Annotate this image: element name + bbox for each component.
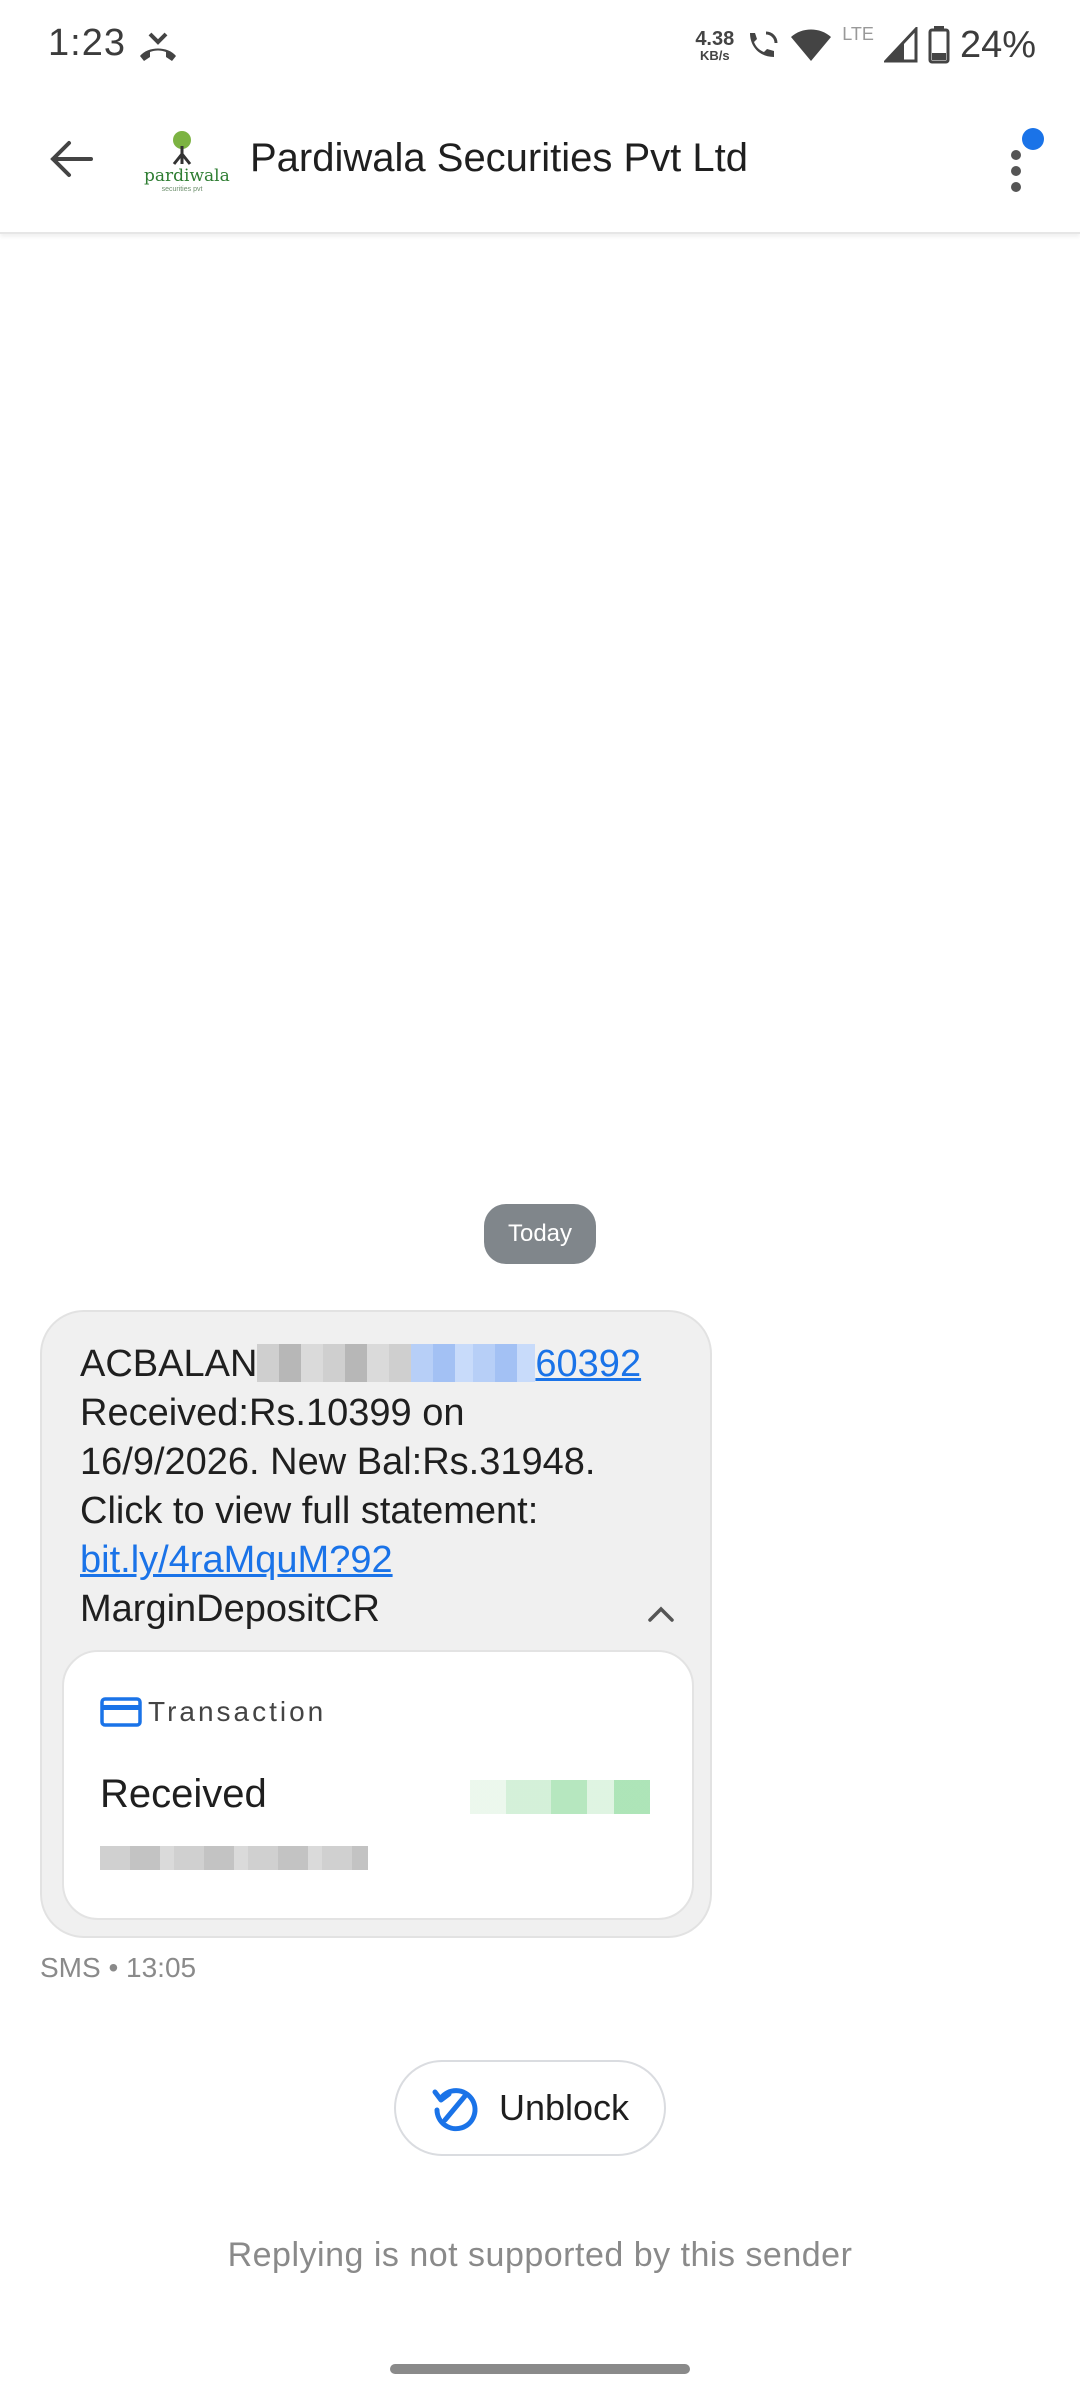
home-indicator[interactable] <box>390 2364 690 2374</box>
battery-level: 24% <box>959 23 1036 66</box>
message-text: ACBALAN 60392 Received:Rs.10399 on 16/9/2… <box>80 1340 670 1634</box>
conversation-title: Pardiwala Securities Pvt Ltd <box>250 136 749 180</box>
transaction-status: Received <box>100 1772 267 1816</box>
app-bar: pardiwala securities pvt Pardiwala Secur… <box>0 92 1080 234</box>
reply-not-supported-note: Replying is not supported by this sender <box>227 2236 853 2274</box>
credit-card-icon <box>100 1697 142 1727</box>
unblock-icon <box>432 2088 478 2132</box>
date-chip: Today <box>484 1204 596 1264</box>
message-line-3: 16/9/2026. New Bal:Rs.31948. <box>80 1441 596 1483</box>
message-line-2: Received:Rs.10399 on <box>80 1392 465 1434</box>
back-button[interactable] <box>36 124 106 194</box>
transaction-label: Transaction <box>148 1696 327 1727</box>
message-line-6: MarginDepositCR <box>80 1588 380 1630</box>
statement-link[interactable]: bit.ly/4raMquM?92 <box>80 1536 670 1585</box>
status-time: 1:23 <box>48 22 126 64</box>
transaction-card[interactable]: Transaction Received <box>62 1650 694 1920</box>
network-speed: 4.38 KB/s <box>695 27 735 63</box>
avatar-logo-subtext: securities pvt <box>161 186 203 193</box>
message-meta: SMS • 13:05 <box>40 1952 197 1983</box>
message-bubble[interactable]: ACBALAN 60392 Received:Rs.10399 on 16/9/2… <box>40 1310 712 1938</box>
account-link[interactable]: 60392 <box>411 1343 641 1385</box>
message-prefix: ACBALAN <box>80 1343 258 1385</box>
message-line-4: Click to view full statement: <box>80 1490 539 1532</box>
notification-dot <box>1022 128 1044 150</box>
redacted-amount <box>470 1780 650 1814</box>
account-link-suffix: 60392 <box>535 1343 642 1385</box>
redacted-details <box>100 1846 368 1870</box>
collapse-button[interactable] <box>638 1594 684 1634</box>
message-line-1: ACBALAN 60392 <box>80 1340 670 1389</box>
unblock-label: Unblock <box>498 2087 630 2128</box>
avatar-logo-text: pardiwala <box>144 166 230 186</box>
tree-logo-icon <box>172 131 192 165</box>
signal-icon <box>883 27 918 63</box>
wifi-calling-icon <box>750 31 778 57</box>
more-options-button[interactable] <box>996 128 1056 208</box>
chevron-up-icon <box>648 1606 674 1622</box>
status-bar: 1:23 4.38 KB/s LTE 24% <box>0 0 1080 92</box>
more-dot <box>1011 150 1021 160</box>
arrow-back-icon <box>50 141 93 177</box>
sender-avatar[interactable]: pardiwala securities pvt <box>144 130 230 202</box>
redacted-link-text <box>411 1344 536 1382</box>
missed-call-icon <box>140 32 176 61</box>
more-dot <box>1011 182 1021 192</box>
wifi-icon <box>791 29 832 61</box>
redacted-text <box>257 1344 412 1382</box>
more-dot <box>1011 166 1021 176</box>
battery-icon <box>928 26 950 64</box>
status-icons: 4.38 KB/s LTE 24% <box>695 20 1036 70</box>
network-type: LTE <box>842 24 874 44</box>
transaction-card-header: Transaction <box>100 1696 326 1728</box>
unblock-button[interactable]: Unblock <box>394 2060 666 2156</box>
